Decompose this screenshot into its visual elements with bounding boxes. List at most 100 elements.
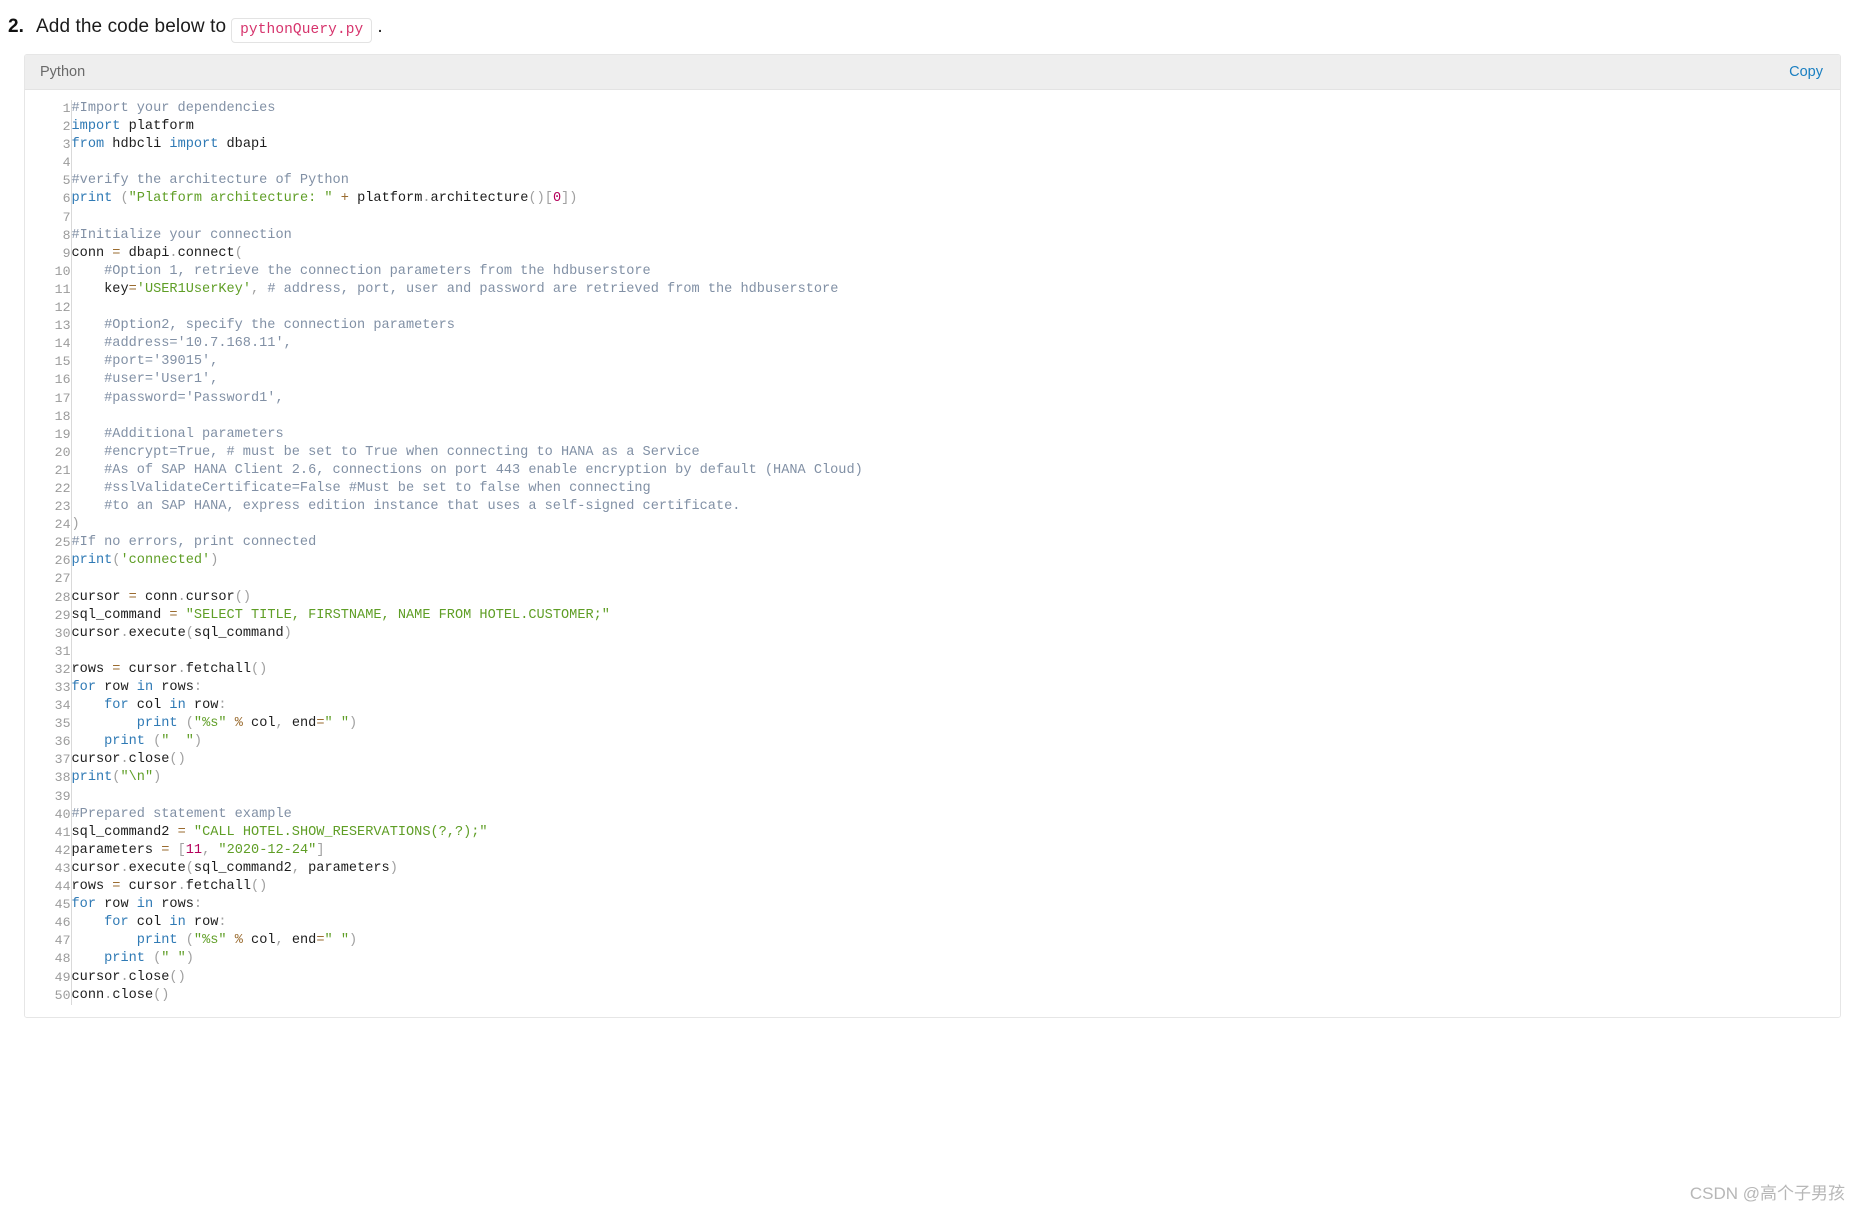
line-number: 8 (62, 227, 71, 243)
step-text-before: Add the code below to (36, 16, 227, 37)
line-number: 41 (54, 824, 71, 840)
code-token: cursor (120, 661, 178, 677)
code-token: cursor (71, 969, 121, 985)
code-block-body[interactable]: 1 2 3 4 5 6 7 8 9 10 11 12 13 14 15 16 17 18 19 20 21 22 23 24 2… (25, 90, 1840, 1017)
code-token: for (104, 915, 129, 931)
line-number: 2 (62, 119, 71, 135)
code-token: () (251, 661, 268, 677)
line-number: 50 (54, 987, 71, 1003)
code-token: 'USER1UserKey' (136, 281, 251, 297)
code-token: fetchall (185, 879, 252, 895)
code-token: " " (161, 734, 194, 750)
code-token: () (169, 969, 186, 985)
code-line: #Option2, specify the connection paramet… (72, 317, 1841, 335)
code-line: print ("Platform architecture: " + platf… (72, 190, 1841, 208)
line-number: 48 (54, 951, 71, 967)
code-line: #verify the architecture of Python (72, 172, 1841, 190)
code-token: #Prepared statement example (71, 806, 292, 822)
code-token: #port='39015', (71, 354, 219, 370)
code-line: #Import your dependencies (72, 100, 1841, 118)
line-number: 6 (62, 191, 71, 207)
code-token: % (234, 933, 243, 949)
code-token: from (71, 137, 105, 153)
line-number: 11 (54, 281, 71, 297)
code-line: parameters = [11, "2020-12-24"] (72, 842, 1841, 860)
code-line: cursor.execute(sql_command2, parameters) (72, 860, 1841, 878)
code-token: 0 (552, 191, 562, 207)
code-token: : (193, 680, 203, 695)
code-line: sql_command2 = "CALL HOTEL.SHOW_RESERVAT… (72, 824, 1841, 842)
code-token: . (177, 589, 186, 605)
code-token: "%s" (193, 933, 227, 949)
line-number: 25 (54, 535, 71, 551)
code-token: () (153, 987, 170, 1003)
line-number: 1 (62, 101, 71, 116)
code-token: ) (185, 951, 194, 967)
code-line: key='USER1UserKey', # address, port, use… (72, 281, 1841, 299)
line-number: 9 (62, 245, 71, 261)
code-token: ) (71, 517, 80, 533)
code-token: , (291, 860, 300, 876)
code-line: cursor = conn.cursor() (72, 589, 1841, 607)
line-number: 16 (54, 372, 71, 388)
code-token: end (283, 716, 317, 732)
code-token: ( (185, 933, 194, 949)
line-number: 10 (54, 263, 71, 279)
code-token: ]) (561, 191, 578, 207)
code-line: #sslValidateCertificate=False #Must be s… (72, 480, 1841, 498)
code-line: #Initialize your connection (72, 227, 1841, 245)
code-token: "Platform architecture: " (128, 191, 333, 207)
code-token: #address='10.7.168.11', (71, 336, 292, 352)
code-token: ) (389, 860, 398, 876)
code-token: row (185, 698, 219, 714)
code-language-label: Python (40, 64, 86, 80)
code-token: ( (185, 860, 194, 876)
line-number: 33 (54, 680, 71, 695)
code-line: for row in rows: (72, 679, 1841, 697)
code-token: : (218, 698, 227, 714)
code-token: hdbcli (104, 137, 170, 153)
code-token: dbapi (120, 245, 170, 261)
code-token: #encrypt=True, # must be set to True whe… (71, 444, 700, 460)
code-token: = (128, 281, 137, 297)
code-token: execute (128, 625, 186, 641)
line-number: 34 (54, 698, 71, 714)
code-token: "%s" (193, 716, 227, 732)
code-token: #verify the architecture of Python (71, 173, 349, 189)
code-token: #Additional parameters (71, 426, 284, 442)
line-number: 24 (54, 517, 71, 533)
code-token: , (275, 933, 284, 949)
code-token: col (128, 915, 170, 931)
code-token: connect (177, 245, 235, 261)
code-token: print (71, 553, 113, 569)
line-number: 28 (54, 589, 71, 605)
code-block-card: Python Copy 1 2 3 4 5 6 7 8 9 10 11 12 13 14 15 16 17 18 1… (24, 54, 1841, 1018)
copy-button[interactable]: Copy (1789, 64, 1823, 80)
code-token: cursor (71, 589, 129, 605)
code-token: col (128, 698, 170, 714)
line-number: 4 (62, 155, 71, 171)
code-content-column[interactable]: #Import your dependencies import platform… (71, 100, 1840, 1005)
code-line: cursor.execute(sql_command) (72, 625, 1841, 643)
code-token: , (251, 281, 260, 297)
code-token: 'connected' (120, 553, 211, 569)
code-token: sql_command2 (193, 860, 292, 876)
line-number: 43 (54, 860, 71, 876)
code-token: = (316, 933, 325, 949)
line-number: 21 (54, 462, 71, 478)
line-number-gutter: 1 2 3 4 5 6 7 8 9 10 11 12 13 14 15 16 17 18 19 20 21 22 23 24 2… (25, 100, 72, 1005)
code-token: . (169, 245, 178, 261)
line-number: 17 (54, 390, 71, 406)
line-number: 19 (54, 426, 71, 442)
line-number: 22 (54, 480, 71, 496)
code-token: + (340, 191, 349, 207)
line-number: 46 (54, 915, 71, 931)
